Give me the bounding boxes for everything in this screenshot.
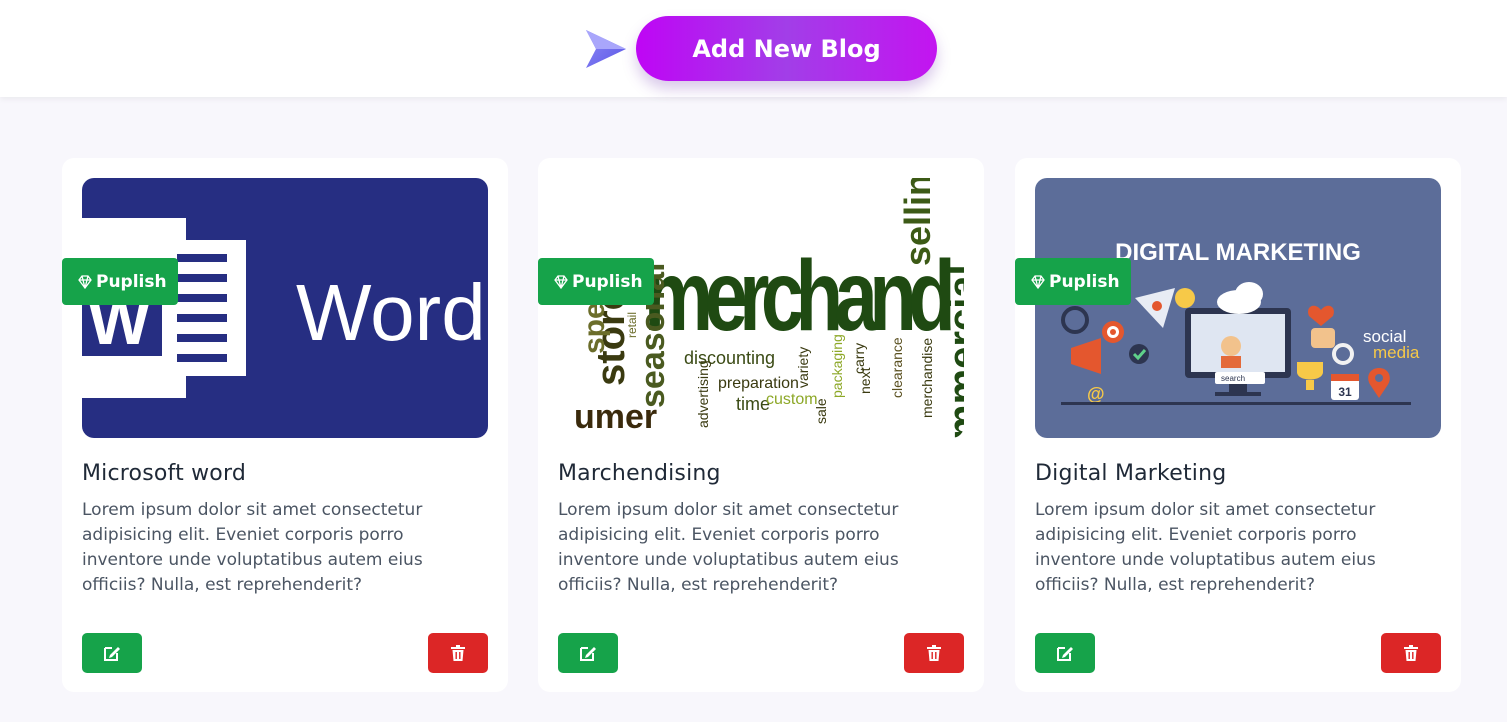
svg-text:31: 31 [1338,385,1352,399]
edit-icon [1057,647,1073,661]
svg-text:preparation: preparation [718,375,799,392]
trash-icon [927,645,941,661]
delete-button[interactable] [904,633,964,673]
publish-badge-label: Puplish [572,271,643,292]
publish-badge-label: Puplish [96,271,167,292]
edit-button[interactable] [82,633,142,673]
svg-text:carry: carry [851,343,867,374]
svg-text:merchandise: merchandise [919,338,935,418]
svg-text:time: time [736,394,770,414]
svg-text:variety: variety [795,347,811,388]
blog-image-word: W Word [82,178,488,438]
blog-card: merchand selling store retail seasonal s… [538,158,984,692]
publish-badge-label: Puplish [1049,271,1120,292]
svg-text:packaging: packaging [829,334,845,398]
delete-button[interactable] [1381,633,1441,673]
svg-text:Word: Word [296,268,486,357]
publish-badge[interactable]: Puplish [1015,258,1131,305]
gem-icon [78,274,92,289]
svg-text:search: search [1221,374,1245,383]
gem-icon [1031,274,1045,289]
edit-button[interactable] [1035,633,1095,673]
edit-icon [104,647,120,661]
svg-text:advertising: advertising [695,360,711,428]
gem-icon [554,274,568,289]
card-title: Digital Marketing [1035,461,1227,486]
card-description: Lorem ipsum dolor sit amet consectetur a… [82,500,423,595]
svg-text:@: @ [1087,384,1105,404]
blog-card: W Word Puplish Microsoft word Lorem ipsu… [62,158,508,692]
trash-icon [451,645,465,661]
svg-text:selling: selling [897,178,938,266]
blog-image-merchandising: merchand selling store retail seasonal s… [558,178,964,438]
svg-text:mmercial: mmercial [941,264,964,438]
card-title: Microsoft word [82,461,246,486]
publish-badge[interactable]: Puplish [62,258,178,305]
card-title: Marchendising [558,461,721,486]
svg-text:DIGITAL MARKETING: DIGITAL MARKETING [1115,239,1361,266]
blog-image-digital-marketing: DIGITAL MARKETING social media 31 search… [1035,178,1441,438]
card-description: Lorem ipsum dolor sit amet consectetur a… [1035,500,1376,595]
svg-text:media: media [1373,343,1420,362]
add-new-blog-button[interactable]: Add New Blog [636,16,937,81]
top-header: Add New Blog [0,0,1507,97]
trash-icon [1404,645,1418,661]
svg-text:custom: custom [766,391,818,408]
svg-text:umer: umer [574,398,657,436]
blog-card: DIGITAL MARKETING social media 31 search… [1015,158,1461,692]
edit-button[interactable] [558,633,618,673]
svg-text:clearance: clearance [889,337,905,398]
publish-badge[interactable]: Puplish [538,258,654,305]
svg-text:sale: sale [813,398,829,424]
send-arrow-icon [586,30,626,68]
delete-button[interactable] [428,633,488,673]
card-description: Lorem ipsum dolor sit amet consectetur a… [558,500,899,595]
edit-icon [580,647,596,661]
